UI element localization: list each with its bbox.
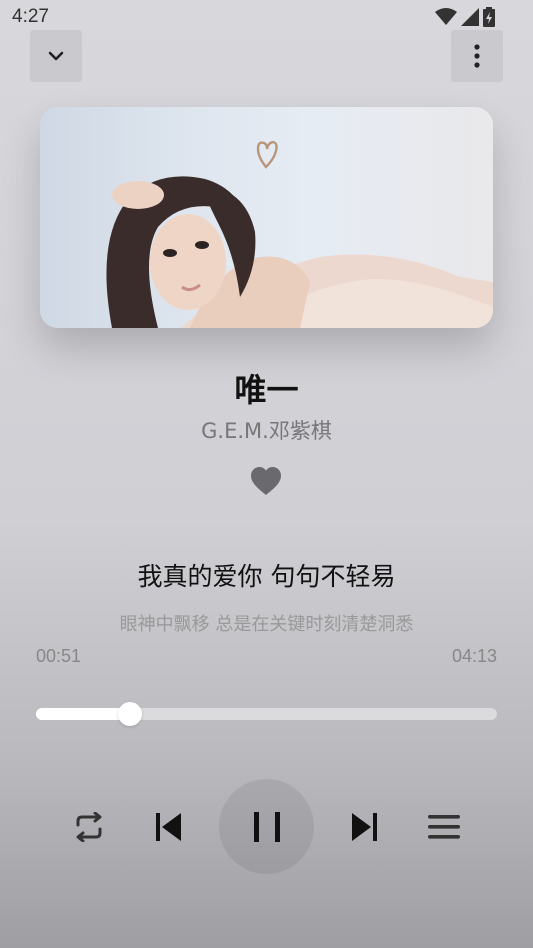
repeat-icon bbox=[76, 812, 102, 842]
cell-signal-icon bbox=[461, 8, 479, 26]
chevron-down-icon bbox=[48, 51, 64, 61]
total-time: 04:13 bbox=[451, 646, 497, 666]
current-time: 00:51 bbox=[36, 646, 82, 666]
next-button[interactable] bbox=[343, 806, 385, 848]
album-cover-image bbox=[106, 140, 493, 328]
status-icons bbox=[435, 7, 495, 27]
like-button[interactable] bbox=[250, 466, 282, 496]
album-art bbox=[40, 107, 493, 328]
song-title: 唯一 bbox=[234, 371, 299, 409]
more-options-button[interactable] bbox=[451, 30, 503, 82]
playlist-button[interactable] bbox=[423, 806, 465, 848]
skip-previous-icon bbox=[156, 813, 181, 841]
repeat-button[interactable] bbox=[68, 806, 110, 848]
playlist-icon bbox=[428, 815, 460, 839]
battery-charging-icon bbox=[483, 7, 495, 27]
seek-bar[interactable] bbox=[36, 702, 497, 726]
seek-bar-progress bbox=[36, 708, 130, 720]
seek-bar-thumb[interactable] bbox=[117, 702, 142, 726]
status-bar: 4:27 bbox=[0, 0, 533, 34]
more-vertical-icon bbox=[474, 44, 480, 68]
skip-next-icon bbox=[352, 813, 377, 841]
play-pause-button[interactable] bbox=[219, 779, 314, 874]
wifi-icon bbox=[435, 8, 457, 25]
current-lyric-line: 我真的爱你 句句不轻易 bbox=[137, 562, 396, 591]
heart-icon bbox=[251, 467, 281, 495]
pause-icon bbox=[253, 811, 280, 842]
artist-name[interactable]: G.E.M.邓紫棋 bbox=[0, 415, 533, 445]
previous-button[interactable] bbox=[148, 806, 190, 848]
collapse-button[interactable] bbox=[30, 30, 82, 82]
next-lyric-line: 眼神中飘移 总是在关键时刻清楚洞悉 bbox=[119, 614, 414, 635]
status-time: 4:27 bbox=[12, 6, 49, 27]
